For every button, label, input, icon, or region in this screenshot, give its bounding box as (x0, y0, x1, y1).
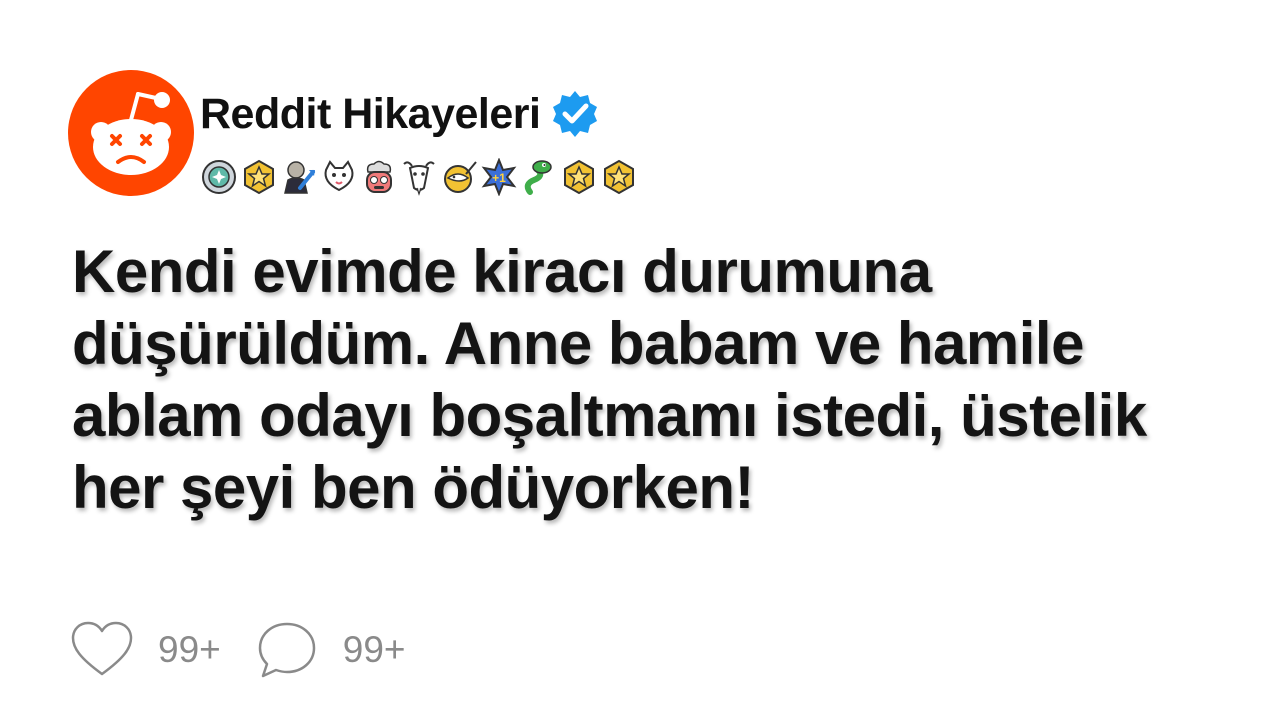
mind-blown-badge-icon (360, 158, 398, 196)
award-badges: +1 (200, 158, 638, 196)
post-header: Reddit Hikayeleri +1 (68, 70, 768, 198)
svg-text:+1: +1 (492, 171, 506, 185)
post-card: Reddit Hikayeleri +1 Kendi evimde kiracı… (0, 0, 1280, 720)
plus-one-badge-icon: +1 (480, 158, 518, 196)
verified-badge-icon (550, 89, 600, 139)
medal-badge-icon (200, 158, 238, 196)
heart-icon[interactable] (70, 620, 134, 680)
comment-bubble-icon[interactable] (255, 620, 319, 680)
gold-star-badge-icon (240, 158, 278, 196)
comment-button[interactable]: 99+ (255, 620, 406, 680)
stonks-badge-icon (280, 158, 318, 196)
author-name[interactable]: Reddit Hikayeleri (200, 90, 541, 139)
like-button[interactable]: 99+ (70, 620, 221, 680)
gold-star-badge-icon (600, 158, 638, 196)
reddit-snoo-icon (91, 92, 171, 175)
comment-count: 99+ (342, 629, 406, 670)
post-title: Kendi evimde kiracı durumuna düşürüldüm.… (72, 238, 1147, 521)
like-count: 99+ (158, 629, 221, 670)
avatar[interactable] (68, 70, 194, 196)
goat-badge-icon (400, 158, 438, 196)
narwhal-badge-icon (440, 158, 478, 196)
snake-badge-icon (520, 158, 558, 196)
post-actions: 99+ 99+ (70, 620, 440, 680)
author-row: Reddit Hikayeleri (200, 88, 600, 140)
cat-badge-icon (320, 158, 358, 196)
gold-star-badge-icon (560, 158, 598, 196)
